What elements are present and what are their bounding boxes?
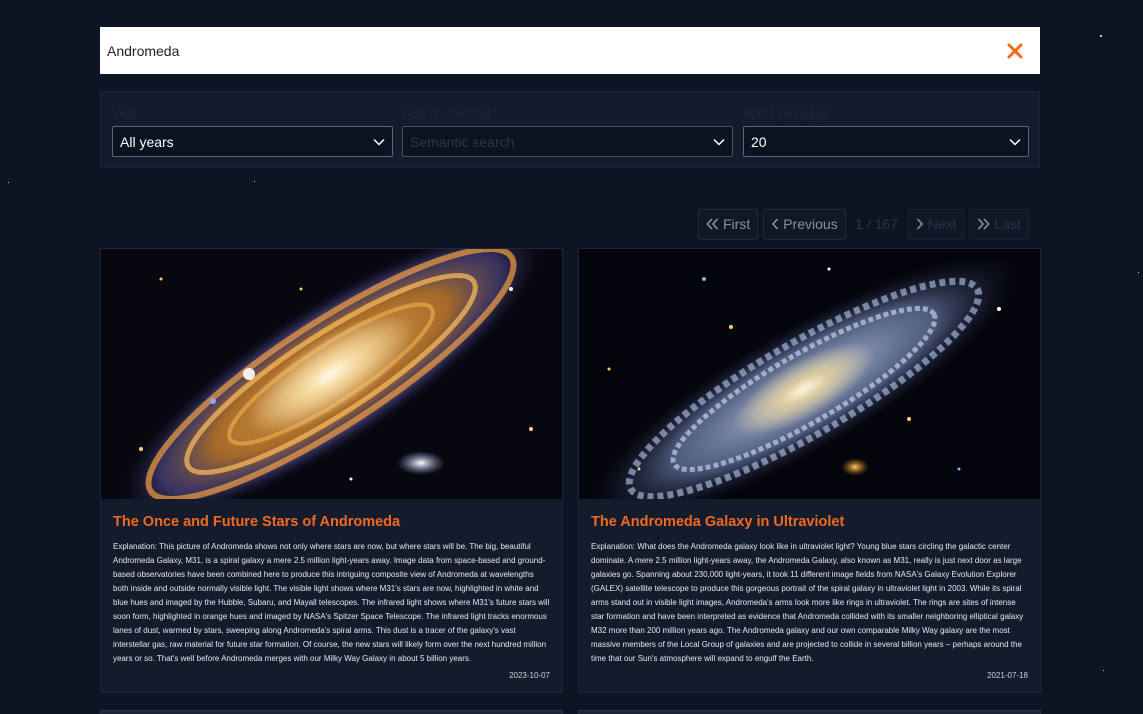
previous-label: Previous [783, 216, 838, 232]
next-page-button[interactable]: Next [907, 208, 965, 240]
result-card-partial[interactable] [100, 710, 563, 714]
year-value: All years [120, 133, 174, 150]
method-label: Search method [402, 106, 491, 121]
clear-search-button[interactable] [1002, 38, 1028, 64]
last-label: Last [994, 216, 1021, 232]
background-star [1100, 35, 1102, 37]
result-card[interactable]: The Once and Future Stars of Andromeda E… [100, 248, 563, 693]
card-date: 2021-07-18 [987, 671, 1028, 680]
first-page-button[interactable]: First [698, 208, 759, 240]
last-page-button[interactable]: Last [969, 208, 1029, 240]
search-input[interactable] [107, 42, 1002, 59]
background-star [1103, 670, 1104, 671]
card-title[interactable]: The Andromeda Galaxy in Ultraviolet [591, 513, 1028, 531]
andromeda-ultraviolet-image[interactable] [579, 249, 1040, 499]
next-label: Next [927, 216, 957, 232]
method-filter: Search method Semantic search [402, 104, 733, 157]
year-select[interactable]: All years [112, 126, 393, 157]
background-star [8, 182, 9, 183]
background-star [1138, 272, 1139, 273]
result-card-partial[interactable] [578, 710, 1041, 714]
filters-panel: Year All years Search method Semantic se… [100, 91, 1040, 168]
chevron-right-icon [916, 218, 923, 230]
per-page-filter: Items per page 20 [743, 104, 1029, 157]
chevron-left-icon [772, 218, 779, 230]
card-explanation: Explanation: This picture of Andromeda s… [113, 542, 550, 663]
chevron-down-icon [373, 138, 385, 146]
previous-page-button[interactable]: Previous [763, 208, 846, 240]
background-star [254, 181, 255, 182]
chevron-down-icon [713, 138, 725, 146]
per-page-label: Items per page [743, 106, 830, 121]
page-indicator: 1 / 167 [855, 216, 899, 232]
double-chevron-left-icon [706, 218, 719, 230]
method-select[interactable]: Semantic search [402, 126, 733, 157]
card-explanation: Explanation: What does the Andromeda gal… [591, 542, 1024, 663]
result-card[interactable]: The Andromeda Galaxy in Ultraviolet Expl… [578, 248, 1041, 693]
per-page-select[interactable]: 20 [743, 126, 1029, 157]
card-title[interactable]: The Once and Future Stars of Andromeda [113, 513, 550, 531]
per-page-value: 20 [751, 133, 767, 150]
double-chevron-right-icon [978, 218, 991, 230]
method-value: Semantic search [410, 133, 515, 150]
pagination: First Previous 1 / 167 Next Last [698, 208, 1029, 240]
search-bar [100, 27, 1040, 74]
card-date: 2023-10-07 [509, 671, 550, 680]
chevron-down-icon [1009, 138, 1021, 146]
year-filter: Year All years [112, 104, 393, 157]
close-icon [1007, 43, 1023, 58]
year-label: Year [112, 106, 139, 121]
andromeda-infrared-image[interactable] [101, 249, 562, 499]
first-label: First [723, 216, 751, 232]
